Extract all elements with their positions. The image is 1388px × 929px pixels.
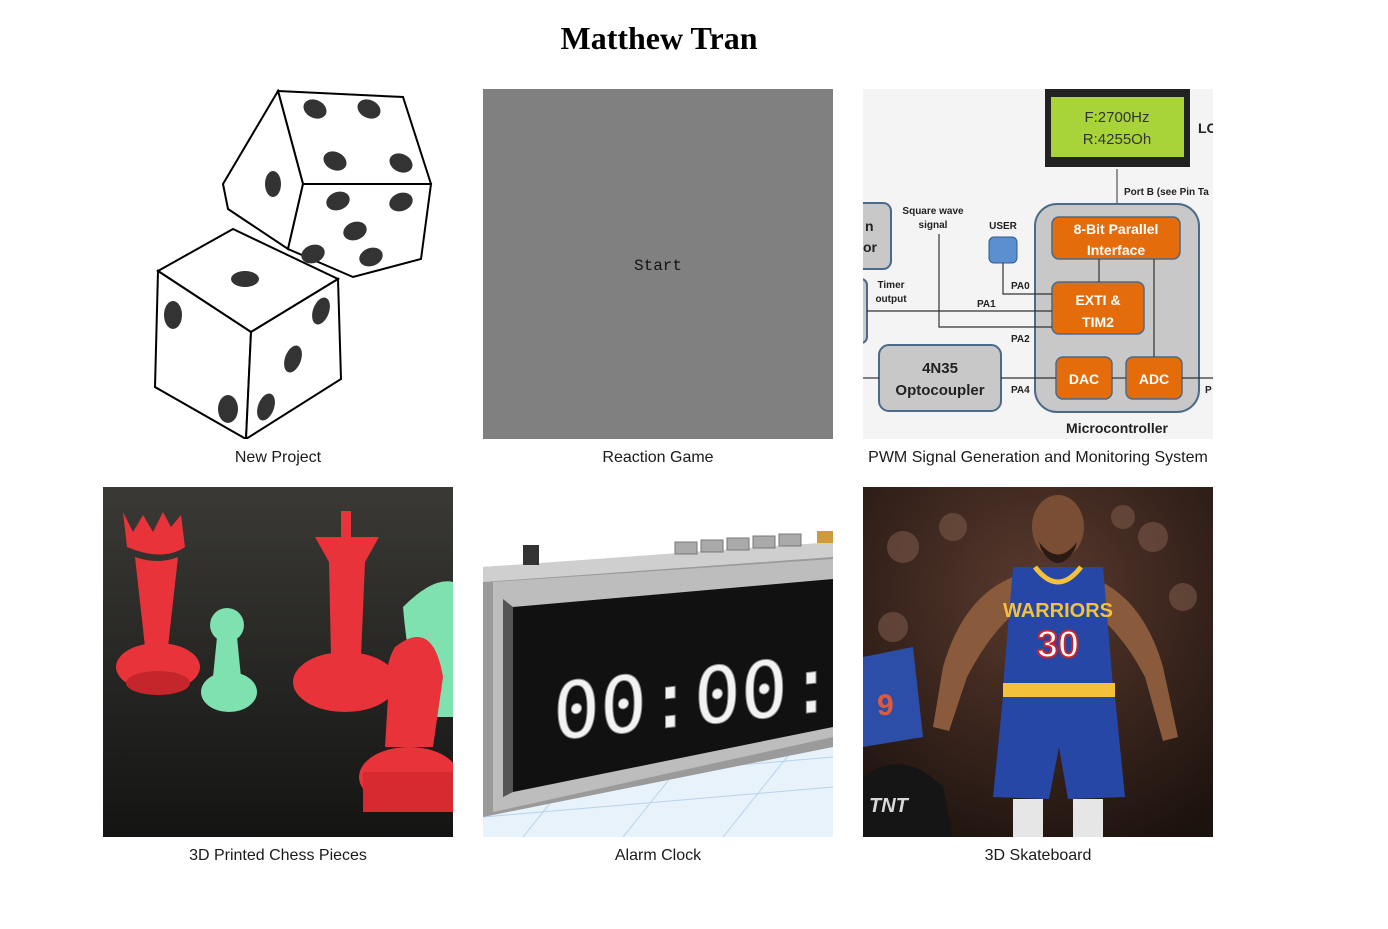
micro-label: Microcontroller: [1066, 420, 1168, 436]
project-card-chess-pieces[interactable]: 3D Printed Chess Pieces: [103, 487, 453, 865]
opto-line1: 4N35: [922, 360, 958, 377]
project-caption: 3D Printed Chess Pieces: [189, 847, 367, 864]
timer-label1: Timer: [877, 280, 904, 291]
jersey-text: WARRIORS: [1003, 600, 1113, 622]
chess-image[interactable]: [103, 487, 453, 837]
tnt-logo: TNT: [869, 795, 910, 817]
square-wave-label: Square wave: [902, 206, 964, 217]
pa2-label: PA2: [1011, 334, 1030, 345]
reaction-game-canvas[interactable]: Start: [483, 89, 833, 439]
parallel-line1: 8-Bit Parallel: [1074, 221, 1159, 237]
dac-label: DAC: [1069, 371, 1099, 387]
crowd-number: 9: [877, 689, 894, 722]
parallel-line2: Interface: [1087, 242, 1146, 258]
lcd-line2: R:4255Oh: [1083, 131, 1151, 148]
left-box-n: n: [865, 218, 874, 234]
project-card-3d-skateboard[interactable]: 9 WARRIORS 30 TNT 3D Skateboard: [863, 487, 1213, 865]
project-card-alarm-clock[interactable]: 00:00:00 Alarm Clock: [483, 487, 833, 865]
pa1-label: PA1: [977, 299, 996, 310]
pa0-label: PA0: [1011, 281, 1030, 292]
adc-label: ADC: [1139, 371, 1169, 387]
jersey-number: 30: [1037, 624, 1079, 666]
dice-image[interactable]: [103, 89, 453, 439]
pa-right-label: P: [1205, 385, 1212, 396]
left-box-or: or: [863, 239, 878, 255]
project-card-pwm-system[interactable]: F:2700Hz R:4255Oh LC Port B (see Pin Ta …: [863, 89, 1213, 467]
alarm-clock-image[interactable]: 00:00:00: [483, 487, 833, 837]
lcd-side-label: LC: [1198, 120, 1213, 136]
opto-line2: Optocoupler: [895, 382, 984, 399]
exti-line2: TIM2: [1082, 314, 1114, 330]
project-caption: Reaction Game: [602, 449, 714, 466]
pa4-label: PA4: [1011, 385, 1030, 396]
player-photo[interactable]: 9 WARRIORS 30 TNT: [863, 487, 1213, 837]
port-b-label: Port B (see Pin Ta: [1124, 187, 1209, 198]
exti-line1: EXTI &: [1075, 292, 1120, 308]
lcd-line1: F:2700Hz: [1084, 109, 1149, 126]
project-caption: PWM Signal Generation and Monitoring Sys…: [868, 449, 1208, 466]
project-card-new-project[interactable]: New Project: [103, 89, 453, 467]
start-label: Start: [633, 257, 682, 275]
timer-label2: output: [875, 294, 907, 305]
project-caption: New Project: [234, 449, 322, 466]
user-label: USER: [989, 221, 1018, 232]
project-card-reaction-game[interactable]: Start Reaction Game: [483, 89, 833, 467]
project-caption: 3D Skateboard: [984, 847, 1092, 864]
page-title: Matthew Tran: [560, 20, 758, 56]
pwm-diagram-image[interactable]: F:2700Hz R:4255Oh LC Port B (see Pin Ta …: [863, 89, 1213, 439]
signal-label: signal: [919, 220, 948, 231]
project-caption: Alarm Clock: [614, 847, 702, 864]
